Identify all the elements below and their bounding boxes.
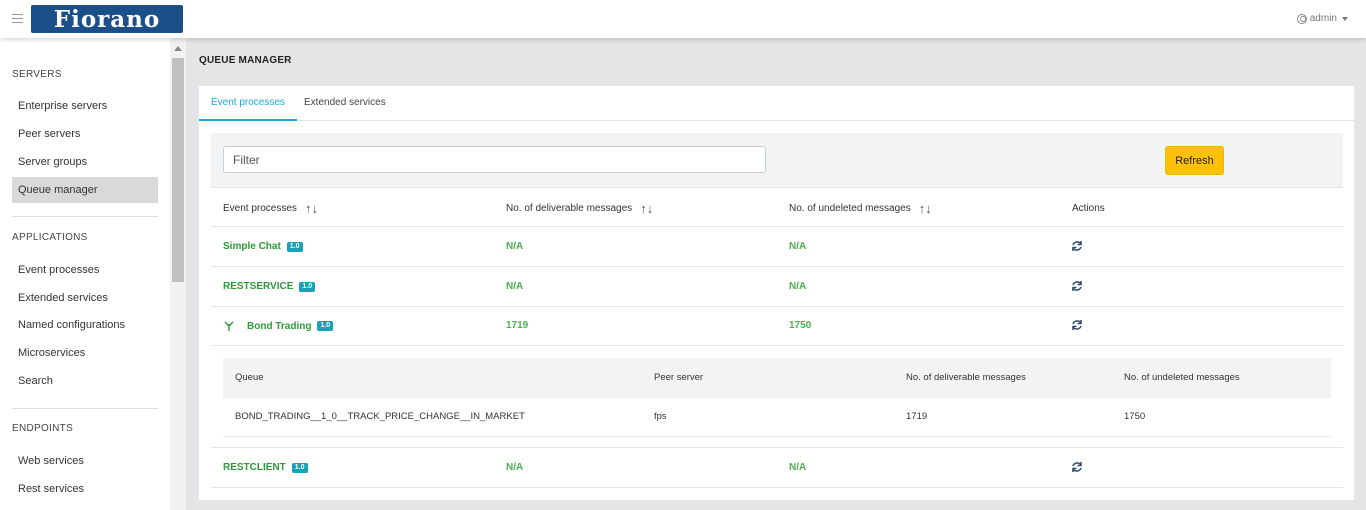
column-label: No. of undeleted messages bbox=[789, 203, 911, 214]
sidebar-item-microservices[interactable]: Microservices bbox=[12, 340, 158, 366]
sidebar-section-servers: SERVERS bbox=[12, 69, 62, 80]
table-header: Event processes ↑↓ No. of deliverable me… bbox=[211, 187, 1343, 227]
sidebar-item-search[interactable]: Search bbox=[12, 368, 158, 394]
event-process-label: RESTCLIENT bbox=[223, 462, 286, 473]
deliverable-count: N/A bbox=[506, 462, 524, 473]
deliverable-count: N/A bbox=[506, 241, 524, 252]
tab-extended-services[interactable]: Extended services bbox=[292, 86, 398, 121]
sidebar-item-rest-services[interactable]: Rest services bbox=[12, 476, 158, 502]
column-header-deliverable[interactable]: No. of deliverable messages ↑↓ bbox=[506, 202, 653, 215]
column-header-actions: Actions bbox=[1072, 203, 1105, 214]
refresh-icon[interactable] bbox=[1071, 240, 1083, 252]
deliverable-count: N/A bbox=[506, 281, 524, 292]
queue-deliverable-count: 1719 bbox=[906, 411, 928, 422]
caret-down-icon bbox=[1342, 16, 1348, 21]
event-process-name[interactable]: RESTCLIENT 1.0 bbox=[223, 462, 308, 473]
column-label: Event processes bbox=[223, 203, 297, 214]
table-row: RESTCLIENT 1.0 N/A N/A bbox=[211, 448, 1343, 488]
user-name: admin bbox=[1309, 13, 1337, 24]
event-process-name[interactable]: Bond Trading 1.0 bbox=[223, 320, 334, 332]
scroll-up-arrow-icon[interactable] bbox=[174, 46, 182, 51]
sidebar-section-endpoints: ENDPOINTS bbox=[12, 423, 74, 434]
sidebar-item-named-configurations[interactable]: Named configurations bbox=[12, 312, 158, 338]
version-badge: 1.0 bbox=[317, 321, 334, 331]
tab-bar: Event processes Extended services bbox=[199, 86, 1354, 121]
version-badge: 1.0 bbox=[286, 241, 303, 252]
user-circle-icon bbox=[1296, 13, 1307, 24]
undeleted-count: 1750 bbox=[789, 320, 812, 331]
column-label: No. of deliverable messages bbox=[506, 203, 633, 214]
scroll-thumb[interactable] bbox=[172, 58, 184, 282]
queue-details: Queue Peer server No. of deliverable mes… bbox=[211, 346, 1343, 448]
event-process-name[interactable]: RESTSERVICE 1.0 bbox=[223, 281, 316, 292]
sidebar-item-extended-services[interactable]: Extended services bbox=[12, 285, 158, 311]
sidebar-item-web-services[interactable]: Web services bbox=[12, 448, 158, 474]
sidebar-item-server-groups[interactable]: Server groups bbox=[12, 149, 158, 175]
table-row: RESTSERVICE 1.0 N/A N/A bbox=[211, 267, 1343, 307]
sort-icon[interactable]: ↑↓ bbox=[919, 202, 932, 215]
filter-input[interactable] bbox=[223, 146, 766, 173]
user-menu[interactable]: admin bbox=[1296, 13, 1348, 24]
sidebar-item-peer-servers[interactable]: Peer servers bbox=[12, 121, 158, 147]
version-badge: 1.0 bbox=[299, 281, 316, 292]
sort-icon[interactable]: ↑↓ bbox=[640, 202, 653, 215]
event-process-label: RESTSERVICE bbox=[223, 281, 294, 292]
refresh-icon[interactable] bbox=[1071, 319, 1083, 331]
sidebar-divider bbox=[12, 216, 158, 217]
queue-undeleted-count: 1750 bbox=[1124, 411, 1146, 422]
sidebar: SERVERS Enterprise servers Peer servers … bbox=[0, 38, 170, 510]
refresh-icon[interactable] bbox=[1071, 461, 1083, 473]
deliverable-count: 1719 bbox=[506, 320, 529, 331]
queue-name: BOND_TRADING__1_0__TRACK_PRICE_CHANGE__I… bbox=[235, 411, 525, 422]
undeleted-count: N/A bbox=[789, 281, 807, 292]
column-header-undeleted[interactable]: No. of undeleted messages ↑↓ bbox=[789, 202, 932, 215]
collapse-arrow-icon[interactable] bbox=[223, 320, 235, 332]
top-header: Fiorano admin bbox=[0, 0, 1366, 38]
tab-event-processes[interactable]: Event processes bbox=[199, 86, 297, 121]
sidebar-item-enterprise-servers[interactable]: Enterprise servers bbox=[12, 93, 158, 119]
event-process-label: Simple Chat bbox=[223, 241, 281, 252]
queue-table-header: Queue Peer server No. of deliverable mes… bbox=[223, 358, 1331, 398]
sidebar-item-event-processes[interactable]: Event processes bbox=[12, 257, 158, 283]
event-processes-panel: Refresh Event processes ↑↓ No. of delive… bbox=[211, 133, 1343, 490]
fiorano-logo[interactable]: Fiorano bbox=[31, 5, 183, 33]
sidebar-section-applications: APPLICATIONS bbox=[12, 232, 88, 243]
column-header-deliverable: No. of deliverable messages bbox=[906, 372, 1026, 383]
sidebar-item-queue-manager[interactable]: Queue manager bbox=[12, 177, 158, 203]
table-row: Bond Trading 1.0 1719 1750 bbox=[211, 306, 1343, 346]
queue-table: Queue Peer server No. of deliverable mes… bbox=[223, 358, 1331, 437]
logo-icon: Fiorano bbox=[54, 6, 161, 32]
version-badge: 1.0 bbox=[291, 462, 308, 473]
event-process-name[interactable]: Simple Chat 1.0 bbox=[223, 241, 303, 252]
table-row: Simple Chat 1.0 N/A N/A bbox=[211, 227, 1343, 267]
column-header-undeleted: No. of undeleted messages bbox=[1124, 372, 1240, 383]
refresh-button[interactable]: Refresh bbox=[1165, 146, 1224, 175]
column-header-event-processes[interactable]: Event processes ↑↓ bbox=[223, 202, 318, 215]
refresh-icon[interactable] bbox=[1071, 280, 1083, 292]
column-header-peer-server: Peer server bbox=[654, 372, 704, 383]
sidebar-scrollbar[interactable] bbox=[170, 38, 186, 510]
main-card: Event processes Extended services Refres… bbox=[199, 86, 1354, 500]
event-process-label: Bond Trading bbox=[247, 320, 312, 332]
queue-row: BOND_TRADING__1_0__TRACK_PRICE_CHANGE__I… bbox=[223, 398, 1331, 437]
peer-server: fps bbox=[654, 411, 667, 422]
hamburger-icon[interactable] bbox=[12, 14, 23, 23]
sidebar-divider bbox=[12, 408, 158, 409]
undeleted-count: N/A bbox=[789, 462, 807, 473]
sort-icon[interactable]: ↑↓ bbox=[305, 202, 318, 215]
svg-text:Fiorano: Fiorano bbox=[54, 6, 161, 32]
undeleted-count: N/A bbox=[789, 241, 807, 252]
column-header-queue: Queue bbox=[235, 372, 264, 383]
page-title: QUEUE MANAGER bbox=[199, 55, 292, 66]
toolbar: Refresh bbox=[211, 133, 1343, 187]
